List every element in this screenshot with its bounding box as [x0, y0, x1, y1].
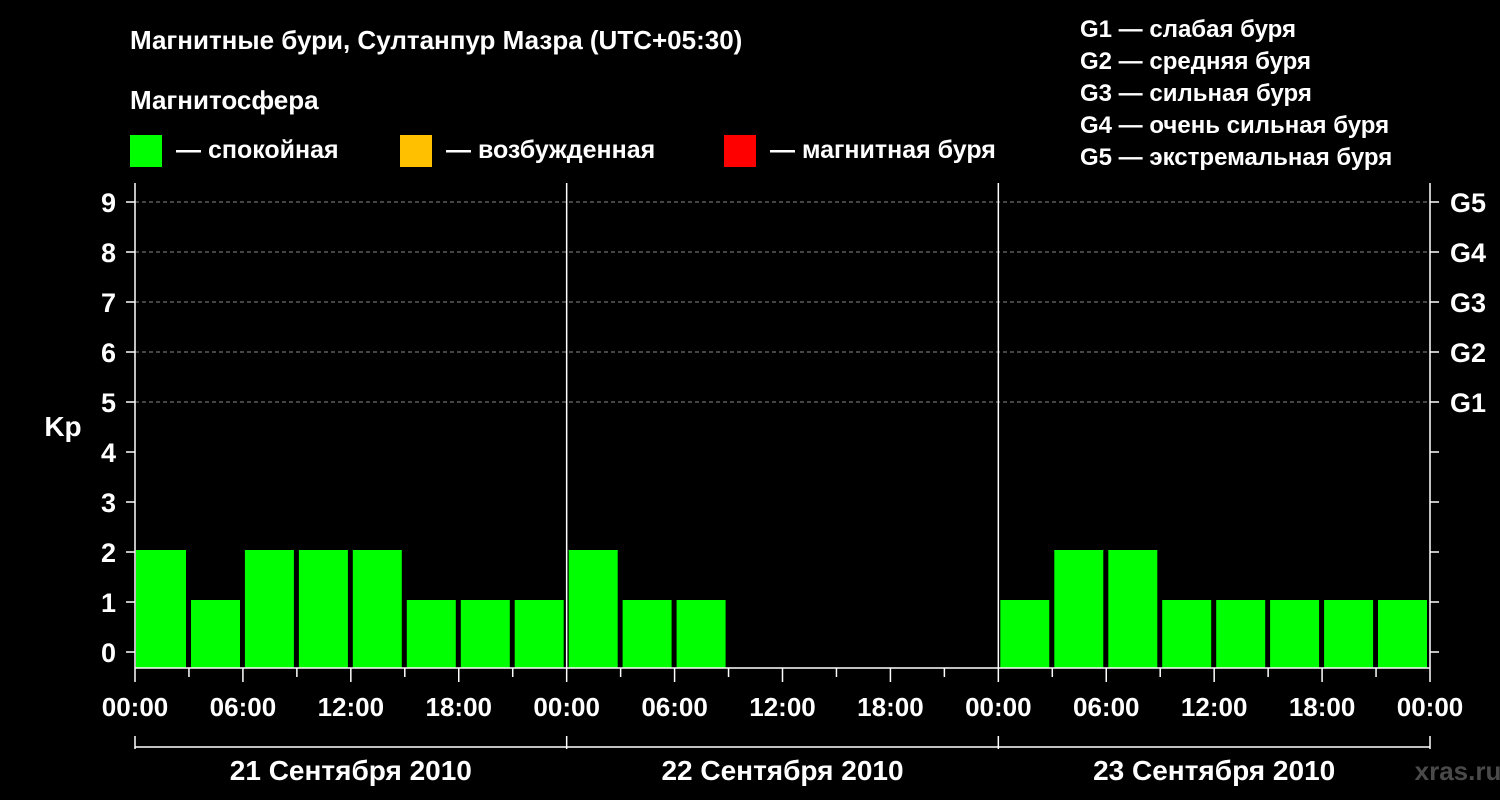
grid: [135, 201, 1430, 403]
y-tick-label: 7: [101, 288, 116, 318]
chart-subtitle: Магнитосфера: [130, 85, 319, 115]
kp-bar: [191, 600, 240, 668]
x-tick-label: 06:00: [1073, 692, 1140, 722]
kp-bar: [622, 600, 672, 668]
kp-bar: [1378, 600, 1427, 668]
y-tick-label: 5: [101, 388, 116, 418]
legend-label-storm: — магнитная буря: [770, 136, 996, 164]
legend-label-active: — возбужденная: [446, 136, 655, 164]
legend-label-calm: — спокойная: [176, 136, 339, 164]
y-tick-label: 2: [101, 538, 116, 568]
right-label-g2: G2: [1450, 338, 1486, 368]
x-tick-label: 12:00: [1181, 692, 1248, 722]
storm-level-g5: G5 — экстремальная буря: [1080, 144, 1392, 171]
kp-bar: [1216, 600, 1266, 668]
kp-bar: [244, 550, 294, 668]
x-tick-label: 00:00: [1397, 692, 1464, 722]
kp-bar: [1270, 600, 1320, 668]
y-tick-label: 3: [101, 488, 116, 518]
x-tick-label: 18:00: [1289, 692, 1356, 722]
storm-levels: G1 — слабая буря G2 — средняя буря G3 — …: [1080, 16, 1392, 171]
legend-swatch-active: [400, 135, 432, 167]
chart-title: Магнитные бури, Султанпур Мазра (UTC+05:…: [130, 25, 742, 55]
x-tick-label: 06:00: [210, 692, 277, 722]
storm-level-g1: G1 — слабая буря: [1080, 16, 1296, 43]
kp-bar: [514, 600, 564, 668]
legend-swatch-storm: [724, 135, 756, 167]
day-label: 23 Сентября 2010: [1093, 755, 1335, 786]
x-tick-label: 00:00: [102, 692, 169, 722]
day-label: 21 Сентября 2010: [230, 755, 472, 786]
bars: [136, 550, 1427, 668]
y-tick-label: 8: [101, 238, 116, 268]
right-label-g3: G3: [1450, 288, 1486, 318]
kp-bar: [136, 550, 186, 668]
kp-bar: [568, 550, 618, 668]
y-tick-label: 6: [101, 338, 116, 368]
kp-bar: [676, 600, 726, 668]
kp-bar: [1054, 550, 1104, 668]
legend-swatch-calm: [130, 135, 162, 167]
kp-bar: [1000, 600, 1050, 668]
x-tick-label: 00:00: [533, 692, 600, 722]
kp-bar: [1108, 550, 1158, 668]
x-tick-label: 18:00: [426, 692, 493, 722]
x-tick-label: 18:00: [857, 692, 924, 722]
x-tick-label: 12:00: [749, 692, 816, 722]
kp-bar: [298, 550, 348, 668]
y-axis-label: Kp: [44, 411, 81, 442]
day-label: 22 Сентября 2010: [661, 755, 903, 786]
x-tick-label: 12:00: [318, 692, 385, 722]
storm-level-g4: G4 — очень сильная буря: [1080, 112, 1389, 139]
watermark: xras.ru: [1415, 756, 1500, 786]
kp-bar: [352, 550, 402, 668]
x-tick-label: 06:00: [641, 692, 708, 722]
right-label-g5: G5: [1450, 188, 1486, 218]
storm-level-g2: G2 — средняя буря: [1080, 48, 1311, 75]
storm-level-g3: G3 — сильная буря: [1080, 80, 1312, 107]
kp-bar: [460, 600, 510, 668]
y-tick-label: 1: [101, 588, 116, 618]
kp-chart: Магнитные бури, Султанпур Мазра (UTC+05:…: [44, 16, 1500, 786]
kp-bar: [1162, 600, 1212, 668]
y-tick-label: 9: [101, 188, 116, 218]
right-label-g1: G1: [1450, 388, 1486, 418]
y-tick-label: 0: [101, 638, 116, 668]
y-tick-label: 4: [101, 438, 116, 468]
right-label-g4: G4: [1450, 238, 1486, 268]
axes: 0 1 2 3 4 5 6 7 8 9 G1 G2 G3 G4 G5 00:00 06:00 12:00 18:00…: [101, 183, 1486, 786]
kp-bar: [1324, 600, 1374, 668]
x-tick-label: 00:00: [965, 692, 1032, 722]
legend: — спокойная — возбужденная — магнитная б…: [130, 135, 996, 167]
kp-bar: [406, 600, 456, 668]
